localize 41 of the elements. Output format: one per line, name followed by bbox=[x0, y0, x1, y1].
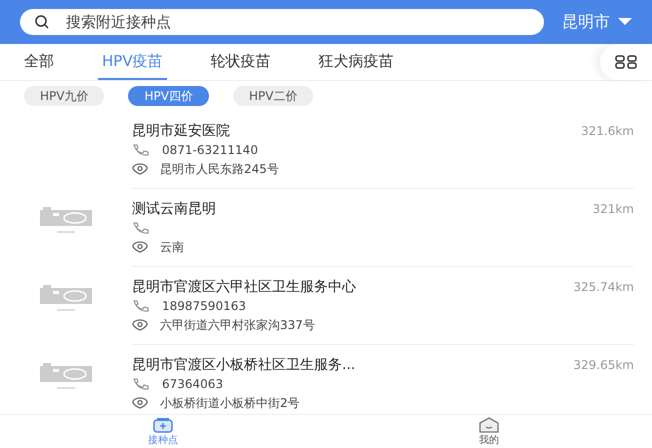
grid-icon bbox=[615, 55, 637, 69]
site-name[interactable]: 昆明市延安医院 bbox=[132, 122, 230, 140]
address-text: 昆明市人民东路245号 bbox=[160, 160, 279, 178]
distance-text: 321km bbox=[592, 202, 634, 216]
search-field[interactable]: 搜索附近接种点 bbox=[20, 9, 544, 35]
search-icon bbox=[34, 15, 50, 29]
location-icon bbox=[132, 397, 148, 409]
category-tab[interactable]: 轮状疫苗 bbox=[206, 44, 275, 80]
medicine-box-icon bbox=[152, 416, 174, 432]
phone-number: 18987590163 bbox=[162, 299, 246, 313]
home-icon bbox=[478, 416, 500, 432]
caret-icon bbox=[618, 18, 632, 26]
site-name[interactable]: 昆明市官渡区六甲社区卫生服务中心 bbox=[132, 278, 356, 296]
address-text: 小板桥街道小板桥中街2号 bbox=[160, 394, 300, 412]
location-icon bbox=[132, 163, 148, 175]
distance-text: 325.74km bbox=[573, 280, 634, 294]
phone-number: 0871-63211140 bbox=[162, 143, 258, 157]
site-name[interactable]: 测试云南昆明 bbox=[132, 200, 216, 218]
address-text: 云南 bbox=[160, 238, 184, 256]
phone-number: 67364063 bbox=[162, 377, 224, 391]
city-selector[interactable]: 昆明市 bbox=[562, 12, 632, 32]
phone-icon bbox=[132, 300, 150, 312]
category-tab[interactable]: HPV疫苗 bbox=[98, 44, 167, 80]
filter-chip[interactable]: HPV二价 bbox=[232, 86, 314, 106]
phone-icon bbox=[132, 222, 150, 234]
grid-button[interactable] bbox=[600, 44, 652, 80]
filter-chip[interactable]: HPV四价 bbox=[128, 86, 209, 106]
location-icon bbox=[132, 319, 148, 331]
filter-chip[interactable]: HPV九价 bbox=[24, 86, 104, 106]
category-tab[interactable]: 狂犬病疫苗 bbox=[314, 44, 398, 80]
phone-icon bbox=[132, 144, 150, 156]
site-name[interactable]: 昆明市官渡区小板桥社区卫生服务... bbox=[132, 356, 356, 374]
category-tab[interactable]: 全部 bbox=[20, 44, 58, 80]
location-icon bbox=[132, 241, 148, 253]
search-field[interactable]: 搜索附近接种点 bbox=[64, 12, 530, 32]
phone-icon bbox=[132, 378, 150, 390]
address-text: 六甲街道六甲村张家沟337号 bbox=[160, 316, 315, 334]
distance-text: 329.65km bbox=[573, 358, 634, 372]
distance-text: 321.6km bbox=[581, 124, 634, 138]
nav-tab[interactable]: 我的 bbox=[459, 415, 519, 448]
nav-tab[interactable]: 接种点 bbox=[133, 415, 193, 448]
